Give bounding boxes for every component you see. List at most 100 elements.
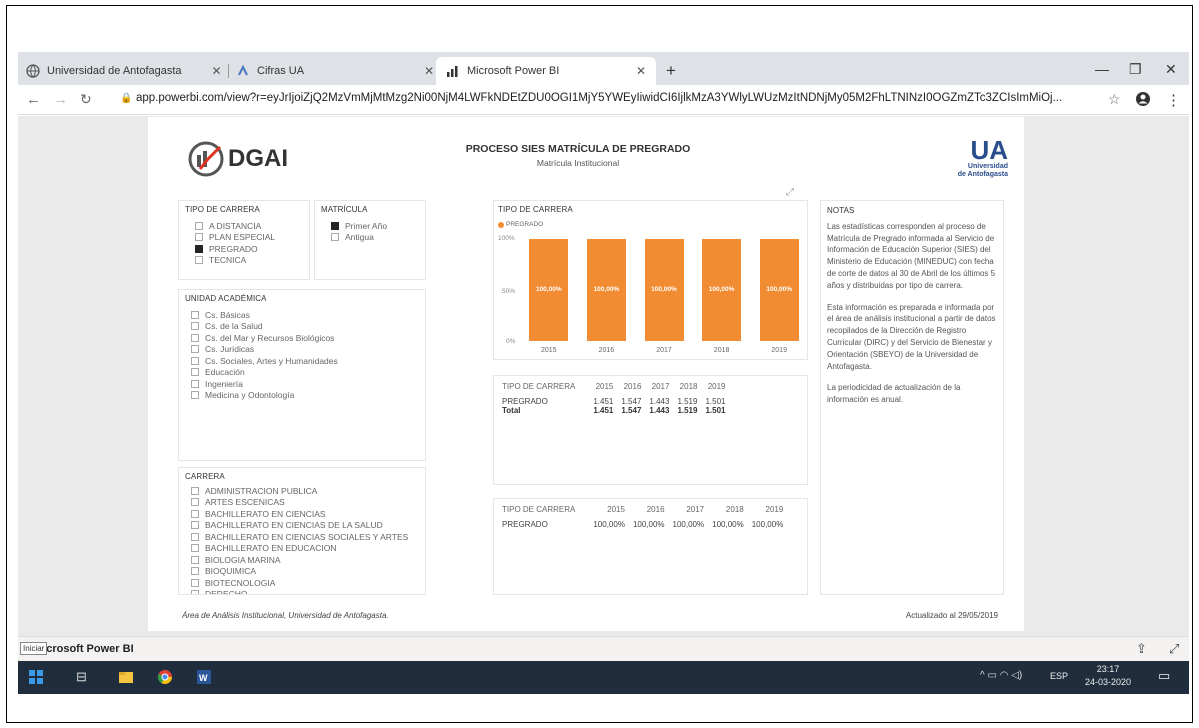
slicer-option-label: BACHILLERATO EN CIENCIAS xyxy=(205,508,326,519)
checkbox-icon[interactable] xyxy=(191,333,199,342)
checkbox-icon[interactable] xyxy=(195,221,203,230)
slicer-option[interactable]: PLAN ESPECIAL xyxy=(195,232,303,244)
carrera-slicer: CARRERA ADMINISTRACION PUBLICA ARTES ESCE… xyxy=(178,467,426,595)
slicer-option[interactable]: Ingeniería xyxy=(191,378,419,390)
account-icon[interactable] xyxy=(1135,91,1151,111)
checkbox-icon[interactable] xyxy=(191,567,199,576)
language-indicator[interactable]: ESP xyxy=(1050,671,1068,681)
slicer-option[interactable]: DERECHO xyxy=(191,589,419,594)
checkbox-icon[interactable] xyxy=(195,233,203,242)
checkbox-icon[interactable] xyxy=(191,532,199,541)
checkbox-icon[interactable] xyxy=(191,578,199,587)
slicer-option[interactable]: Antigua xyxy=(331,232,419,244)
restore-icon[interactable]: ❐ xyxy=(1129,61,1142,78)
slicer-option[interactable]: Cs. Jurídicas xyxy=(191,344,419,356)
slicer-option[interactable]: BACHILLERATO EN EDUCACION xyxy=(191,543,419,555)
slicer-option[interactable]: Primer Año xyxy=(331,220,419,232)
tab-cifras[interactable]: Cifras UA ✕ xyxy=(236,57,434,85)
task-view-icon[interactable]: ⊟ xyxy=(76,669,92,685)
new-tab-button[interactable]: + xyxy=(666,57,676,85)
checkbox-icon[interactable] xyxy=(191,521,199,530)
checkbox-icon[interactable] xyxy=(191,498,199,507)
checkbox-icon[interactable] xyxy=(191,391,199,400)
slicer-option[interactable]: PREGRADO xyxy=(195,243,303,255)
focus-mode-icon[interactable]: ⤢ xyxy=(786,187,794,198)
file-explorer-icon[interactable] xyxy=(118,669,134,685)
checkbox-icon[interactable] xyxy=(331,233,339,242)
checkbox-icon[interactable] xyxy=(191,544,199,553)
checkbox-icon[interactable] xyxy=(191,590,199,594)
back-icon[interactable]: ← xyxy=(26,91,41,108)
star-icon[interactable]: ☆ xyxy=(1108,91,1121,108)
matricula-table: TIPO DE CARRERA 2015 2016 2017 2018 2019 PREG… xyxy=(493,375,808,485)
system-tray-icons[interactable]: ^ ▭ ◠ ◁) xyxy=(980,670,1022,681)
checkbox-icon[interactable] xyxy=(191,486,199,495)
checkbox-icon[interactable] xyxy=(191,356,199,365)
menu-icon[interactable]: ⋮ xyxy=(1166,91,1181,109)
chrome-icon[interactable] xyxy=(157,669,173,685)
checkbox-checked-icon[interactable] xyxy=(195,244,203,253)
close-window-icon[interactable]: ✕ xyxy=(1165,61,1177,78)
slicer-option[interactable]: Cs. de la Salud xyxy=(191,321,419,333)
windows-start-icon[interactable] xyxy=(28,669,44,685)
checkbox-icon[interactable] xyxy=(191,345,199,354)
checkbox-icon[interactable] xyxy=(191,379,199,388)
slicer-title: CARRERA xyxy=(185,472,225,481)
slicer-option[interactable]: Educación xyxy=(191,367,419,379)
notifications-icon[interactable]: ▭ xyxy=(1158,668,1170,684)
bar-data-label: 100,00% xyxy=(651,286,677,293)
checkbox-icon[interactable] xyxy=(191,555,199,564)
fullscreen-icon[interactable]: ⤢ xyxy=(1169,641,1179,657)
slicer-option[interactable]: Cs. Básicas xyxy=(191,309,419,321)
close-icon[interactable]: ✕ xyxy=(212,64,222,78)
slicer-option[interactable]: BACHILLERATO EN CIENCIAS DE LA SALUD xyxy=(191,520,419,532)
checkbox-icon[interactable] xyxy=(191,322,199,331)
slicer-option-label: Medicina y Odontología xyxy=(205,390,295,401)
reload-icon[interactable]: ↻ xyxy=(80,91,92,108)
word-icon[interactable]: W xyxy=(196,669,212,685)
ua-logo-big: UA xyxy=(970,135,1008,165)
slicer-title: MATRÍCULA xyxy=(321,205,368,214)
tab-powerbi[interactable]: Microsoft Power BI ✕ xyxy=(436,57,656,85)
checkbox-icon[interactable] xyxy=(191,368,199,377)
page-subtitle: Matrícula Institucional xyxy=(536,158,620,168)
notes-paragraph-1: Las estadísticas corresponden al proceso… xyxy=(827,221,996,290)
slicer-option[interactable]: BIOTECNOLOGIA xyxy=(191,577,419,589)
checkbox-checked-icon[interactable] xyxy=(331,221,339,230)
slicer-option[interactable]: BACHILLERATO EN CIENCIAS SOCIALES Y ARTE… xyxy=(191,531,419,543)
x-tick-label: 2016 xyxy=(598,347,615,354)
checkbox-icon[interactable] xyxy=(191,509,199,518)
slicer-option[interactable]: BIOLOGIA MARINA xyxy=(191,554,419,566)
close-icon[interactable]: ✕ xyxy=(424,64,434,78)
slicer-option[interactable]: TECNICA xyxy=(195,255,303,267)
table-cell: 100,00% xyxy=(751,520,784,529)
checkbox-icon[interactable] xyxy=(191,310,199,319)
slicer-option-label: BIOLOGIA MARINA xyxy=(205,554,281,565)
slicer-option[interactable]: Medicina y Odontología xyxy=(191,390,419,402)
tab-universidad[interactable]: Universidad de Antofagasta ✕ xyxy=(26,57,222,85)
slicer-option-label: ADMINISTRACION PUBLICA xyxy=(205,485,318,496)
clock-time[interactable]: 23:17 xyxy=(1088,664,1128,674)
share-icon[interactable]: ⇪ xyxy=(1136,641,1147,657)
slicer-option[interactable]: Cs. del Mar y Recursos Biológicos xyxy=(191,332,419,344)
checkbox-icon[interactable] xyxy=(195,256,203,265)
table-cell: 1.443 xyxy=(649,406,670,415)
bar-data-label: 100,00% xyxy=(766,286,793,293)
slicer-option[interactable]: ARTES ESCENICAS xyxy=(191,497,419,509)
slicer-option[interactable]: ADMINISTRACION PUBLICA xyxy=(191,485,419,497)
slicer-option[interactable]: BACHILLERATO EN CIENCIAS xyxy=(191,508,419,520)
table-cell: 1.519 xyxy=(677,397,698,406)
powerbi-brand-label[interactable]: Microsoft Power BI xyxy=(34,643,134,655)
minimize-icon[interactable]: — xyxy=(1095,61,1109,77)
forward-icon[interactable]: → xyxy=(53,91,68,108)
clock-date[interactable]: 24-03-2020 xyxy=(1081,677,1135,687)
slicer-title: TIPO DE CARRERA xyxy=(185,205,260,214)
tipo-carrera-chart: TIPO DE CARRERA PREGRADO 100% 50% 0% 100… xyxy=(493,200,808,360)
slicer-option[interactable]: BIOQUIMICA xyxy=(191,566,419,578)
close-icon[interactable]: ✕ xyxy=(636,64,646,78)
slicer-option[interactable]: Cs. Sociales, Artes y Humanidades xyxy=(191,355,419,367)
slicer-option-label: Antigua xyxy=(345,232,374,243)
address-bar[interactable]: app.powerbi.com/view?r=eyJrIjoiZjQ2MzVmM… xyxy=(136,92,1106,104)
table-cell: Total xyxy=(502,406,521,415)
slicer-option[interactable]: A DISTANCIA xyxy=(195,220,303,232)
